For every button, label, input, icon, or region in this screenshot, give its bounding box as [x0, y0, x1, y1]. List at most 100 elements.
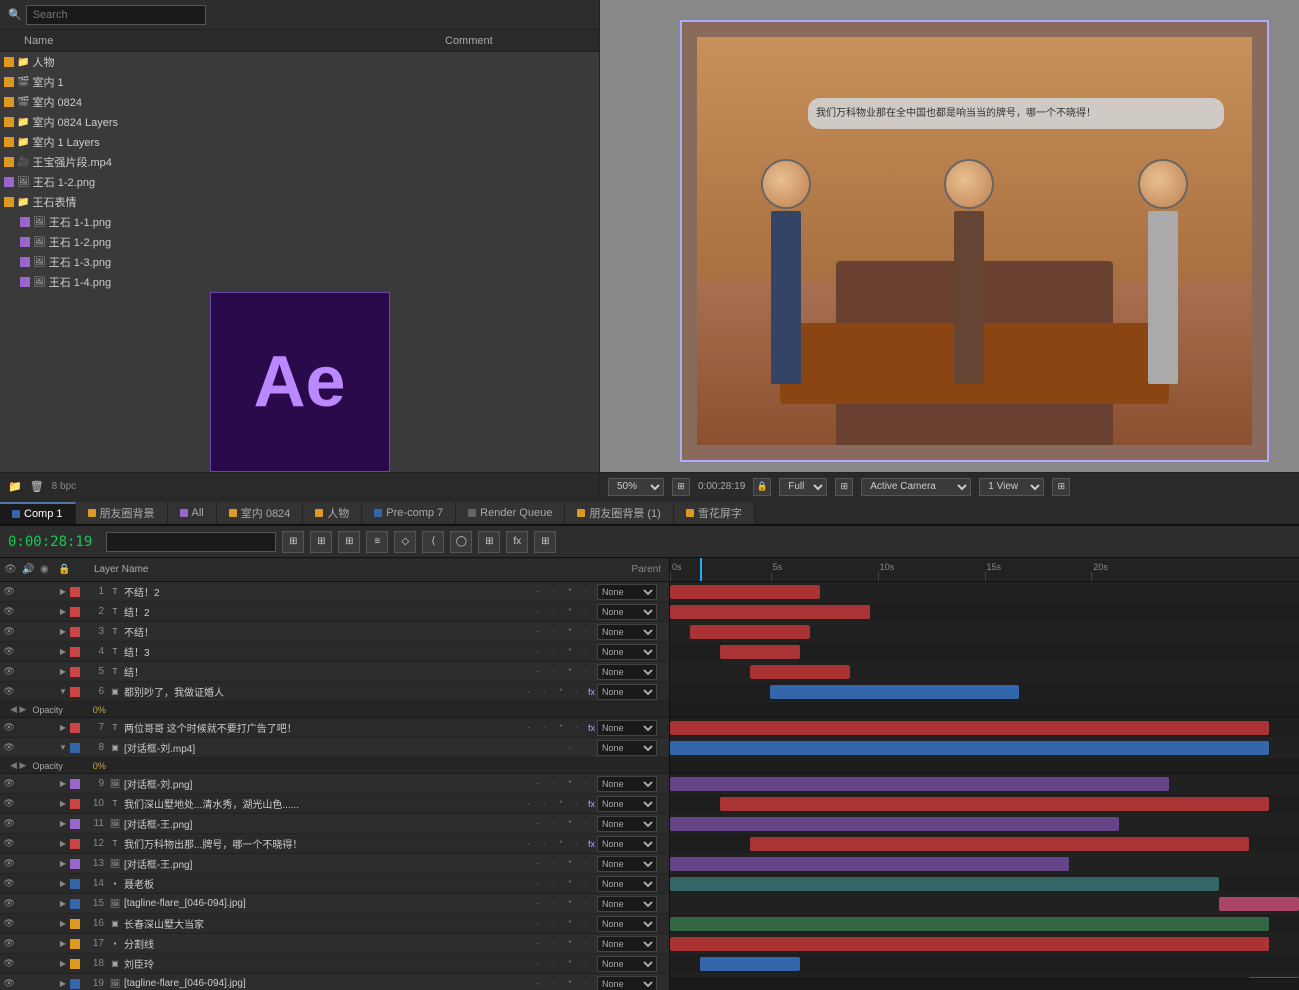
tab-snow[interactable]: 雪花屏字 — [674, 502, 755, 524]
tab-comp1[interactable]: Comp 1 — [0, 502, 76, 524]
layer-collapse-icon[interactable]: ▶ — [58, 819, 68, 828]
layer-visibility-icon[interactable]: 👁 — [2, 918, 16, 929]
layer-switch[interactable]: * — [563, 857, 577, 871]
project-item[interactable]: 📁王石表情 — [0, 192, 599, 212]
layer-switch[interactable]: - — [531, 877, 545, 891]
tab-friends_bg[interactable]: 朋友圈背景 — [76, 502, 168, 524]
layer-collapse-icon[interactable]: ▼ — [58, 743, 68, 752]
layer-collapse-icon[interactable]: ▶ — [58, 627, 68, 636]
track-bar[interactable] — [670, 817, 1119, 831]
layer-switch[interactable]: * — [563, 645, 577, 659]
layer-parent-select[interactable]: None — [597, 856, 657, 872]
layer-collapse-icon[interactable]: ▶ — [58, 587, 68, 596]
layer-visibility-icon[interactable]: 👁 — [2, 686, 16, 697]
track-bar[interactable] — [690, 625, 810, 639]
layer-switch[interactable]: - — [531, 777, 545, 791]
layer-switch[interactable]: - — [531, 917, 545, 931]
layer-parent-select[interactable]: None — [597, 684, 657, 700]
layer-switch[interactable]: · — [547, 605, 561, 619]
layer-switch[interactable]: - — [531, 957, 545, 971]
layer-switch[interactable]: - — [563, 741, 577, 755]
layer-switch[interactable]: · — [570, 837, 584, 851]
layer-switch[interactable]: · — [579, 645, 593, 659]
layer-switch[interactable]: - — [531, 977, 545, 990]
tab-room0824[interactable]: 室内 0824 — [217, 502, 304, 524]
tl-btn-2[interactable]: ⊞ — [310, 531, 332, 553]
track-bar[interactable] — [720, 797, 1269, 811]
track-bar[interactable] — [700, 957, 800, 971]
layer-row[interactable]: 👁▶15🖼[tagline-flare_[046-094].jpg]-·*·No… — [0, 894, 669, 914]
opacity-arrows[interactable]: ◀ ▶ — [10, 704, 26, 715]
track-bar[interactable] — [1249, 977, 1299, 978]
project-search-input[interactable] — [26, 5, 206, 25]
tl-btn-6[interactable]: ⟨ — [422, 531, 444, 553]
layer-visibility-icon[interactable]: 👁 — [2, 958, 16, 969]
layer-collapse-icon[interactable]: ▶ — [58, 939, 68, 948]
layer-row[interactable]: 👁▶10T我们深山墅地处...清水秀，湖光山色......-·*·fxNone — [0, 794, 669, 814]
layer-collapse-icon[interactable]: ▶ — [58, 723, 68, 732]
layer-visibility-icon[interactable]: 👁 — [2, 778, 16, 789]
layer-visibility-icon[interactable]: 👁 — [2, 978, 16, 989]
layer-visibility-icon[interactable]: 👁 — [2, 586, 16, 597]
layer-switch[interactable]: - — [522, 797, 536, 811]
tab-people[interactable]: 人物 — [303, 502, 362, 524]
layer-switch[interactable]: · — [570, 721, 584, 735]
track-bar[interactable] — [670, 777, 1169, 791]
project-item[interactable]: 🖼王石 1-4.png — [0, 272, 599, 292]
track-bar[interactable] — [720, 645, 800, 659]
layer-switch[interactable]: - — [522, 685, 536, 699]
layer-parent-select[interactable]: None — [597, 936, 657, 952]
layer-switch[interactable]: · — [547, 817, 561, 831]
layer-switch[interactable]: * — [554, 685, 568, 699]
layer-switch[interactable]: - — [531, 897, 545, 911]
layer-switch[interactable]: · — [547, 877, 561, 891]
preview-camera-select[interactable]: Active Camera — [861, 478, 971, 496]
layer-parent-select[interactable]: None — [597, 776, 657, 792]
layer-switch[interactable]: · — [547, 665, 561, 679]
tab-precomp7[interactable]: Pre-comp 7 — [362, 502, 456, 524]
layer-row[interactable]: 👁▶9🖼[对话框-刘.png]-·*·None — [0, 774, 669, 794]
layer-visibility-icon[interactable]: 👁 — [2, 838, 16, 849]
layer-switch[interactable]: * — [563, 817, 577, 831]
layer-parent-select[interactable]: None — [597, 976, 657, 990]
project-item[interactable]: 🎥王宝强片段.mp4 — [0, 152, 599, 172]
layer-collapse-icon[interactable]: ▶ — [58, 879, 68, 888]
track-bar[interactable] — [670, 857, 1069, 871]
layer-switch[interactable]: * — [563, 937, 577, 951]
project-item[interactable]: 🖼王石 1-1.png — [0, 212, 599, 232]
timeline-search-input[interactable] — [106, 532, 276, 552]
layer-switch[interactable]: · — [547, 625, 561, 639]
preview-view-select[interactable]: 1 View 2 Views — [979, 478, 1044, 496]
layer-switch[interactable]: · — [538, 685, 552, 699]
layer-switch[interactable]: · — [579, 937, 593, 951]
track-bar[interactable] — [750, 665, 850, 679]
project-item[interactable]: 🎬室内 1 — [0, 72, 599, 92]
layer-row[interactable]: 👁▶17▪分割线-·*·None — [0, 934, 669, 954]
layer-row[interactable]: 👁▼6▣都别吵了，我做证婚人-·*·fxNone — [0, 682, 669, 702]
layer-collapse-icon[interactable]: ▶ — [58, 647, 68, 656]
preview-expand-btn[interactable]: ⊞ — [1052, 478, 1070, 496]
layer-switch[interactable]: - — [531, 605, 545, 619]
layer-parent-select[interactable]: None — [597, 644, 657, 660]
project-item[interactable]: 📁人物 — [0, 52, 599, 72]
project-item[interactable]: 🖼王石 1-2.png — [0, 232, 599, 252]
layer-switch[interactable]: · — [579, 897, 593, 911]
layer-switch[interactable]: · — [538, 721, 552, 735]
preview-resolution-select[interactable]: Full Half — [779, 478, 827, 496]
tab-friends_bg2[interactable]: 朋友圈背景 (1) — [565, 502, 674, 524]
layer-visibility-icon[interactable]: 👁 — [2, 798, 16, 809]
layer-switch[interactable]: · — [579, 817, 593, 831]
layer-switch[interactable]: · — [547, 897, 561, 911]
layer-switch[interactable]: · — [579, 665, 593, 679]
layer-visibility-icon[interactable]: 👁 — [2, 646, 16, 657]
layer-visibility-icon[interactable]: 👁 — [2, 898, 16, 909]
layer-collapse-icon[interactable]: ▶ — [58, 919, 68, 928]
layer-switch[interactable]: * — [563, 625, 577, 639]
layer-parent-select[interactable]: None — [597, 740, 657, 756]
layer-switch[interactable]: - — [522, 721, 536, 735]
layer-switch[interactable]: - — [531, 665, 545, 679]
tl-btn-5[interactable]: ◇ — [394, 531, 416, 553]
layer-row[interactable]: 👁▶7T两位哥哥 这个时候就不要打广告了吧！-·*·fxNone — [0, 718, 669, 738]
layer-parent-select[interactable]: None — [597, 836, 657, 852]
layer-parent-select[interactable]: None — [597, 876, 657, 892]
